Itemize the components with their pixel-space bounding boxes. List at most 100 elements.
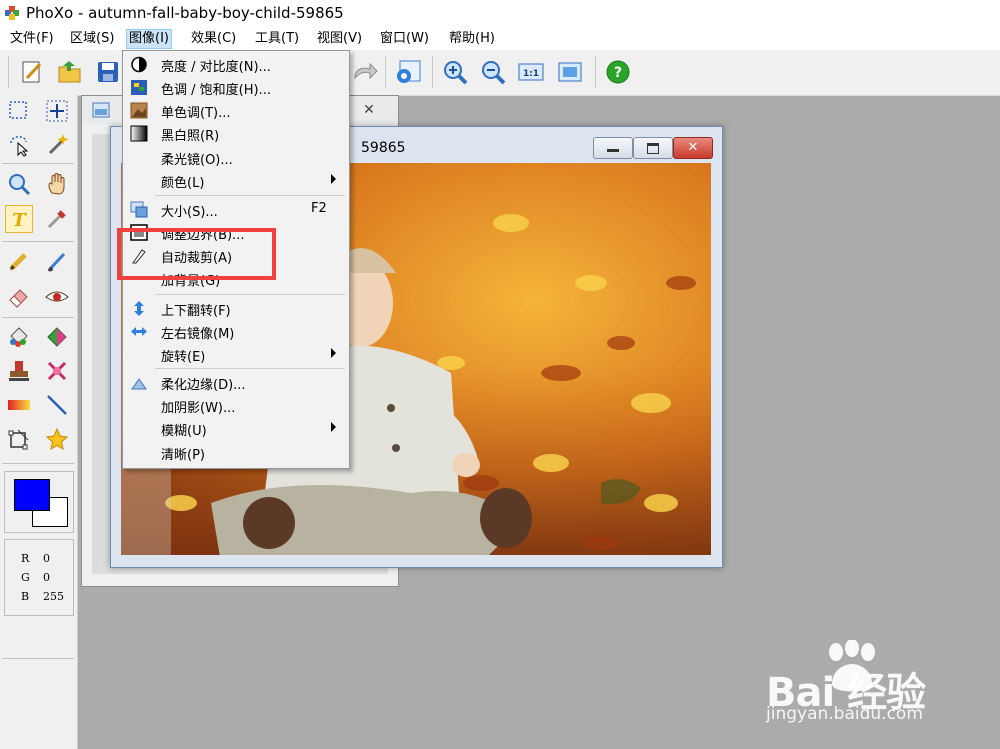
fit-window-icon[interactable] — [556, 58, 584, 86]
minimize-button[interactable] — [593, 137, 633, 159]
lasso-icon[interactable] — [6, 131, 32, 157]
rgb-b-key: B — [21, 590, 30, 603]
close-icon[interactable]: ✕ — [360, 102, 378, 118]
submenu-arrow-icon — [331, 174, 336, 184]
rgb-r-row: R0 — [21, 552, 71, 565]
resize-icon — [130, 201, 148, 218]
brush-icon[interactable] — [44, 248, 70, 274]
menu-item-label: 加阴影(W)... — [161, 401, 236, 416]
menu-item-label: 大小(S)... — [161, 205, 218, 220]
menu-help[interactable]: 帮助(H) — [447, 30, 497, 48]
menu-tools[interactable]: 工具(T) — [253, 30, 301, 48]
redo-icon[interactable] — [350, 58, 378, 86]
watermark-url: jingyan.baidu.com — [766, 704, 923, 724]
menu-item-label: 黑白照(R) — [161, 129, 220, 144]
maximize-button[interactable] — [633, 137, 673, 159]
magic-wand-icon[interactable] — [44, 131, 70, 157]
menu-separator — [155, 368, 345, 369]
foreground-color-swatch[interactable] — [14, 479, 50, 511]
new-icon[interactable] — [18, 58, 46, 86]
panel-separator — [2, 241, 74, 242]
title-bar: PhoXo - autumn-fall-baby-boy-child-59865 — [0, 0, 1000, 28]
menu-view[interactable]: 视图(V) — [315, 30, 364, 48]
settings-icon[interactable] — [394, 58, 422, 86]
panel-separator — [2, 317, 74, 318]
flip-vertical-icon — [134, 301, 144, 316]
open-icon[interactable] — [56, 58, 84, 86]
menu-effects[interactable]: 效果(C) — [189, 30, 238, 48]
menu-item-label: 左右镜像(M) — [161, 327, 235, 342]
highlight-annotation-box — [117, 228, 276, 280]
menu-item-soft-light[interactable]: 柔光镜(O)... — [123, 146, 349, 169]
menu-item-resize[interactable]: 大小(S)... F2 — [123, 198, 349, 221]
rgb-r-key: R — [21, 552, 30, 565]
menu-file[interactable]: 文件(F) — [8, 30, 56, 48]
menu-region[interactable]: 区域(S) — [68, 30, 116, 48]
toolbar-separator — [595, 56, 596, 88]
window-title: PhoXo - autumn-fall-baby-boy-child-59865 — [26, 4, 344, 22]
move-icon[interactable] — [44, 98, 70, 124]
actual-size-icon[interactable]: 1:1 — [517, 58, 545, 86]
menu-window[interactable]: 窗口(W) — [378, 30, 431, 48]
flip-horizontal-icon — [131, 327, 147, 336]
rgb-g-key: G — [21, 571, 30, 584]
close-icon: ✕ — [687, 140, 699, 155]
menu-separator — [155, 294, 345, 295]
eyedropper-icon[interactable] — [44, 206, 70, 232]
app-logo-icon — [5, 6, 19, 20]
maximize-icon — [647, 143, 659, 154]
line-icon[interactable] — [44, 392, 70, 418]
panel-separator — [2, 463, 74, 464]
menu-item-label: 清晰(P) — [161, 448, 205, 463]
menu-item-add-shadow[interactable]: 加阴影(W)... — [123, 394, 349, 417]
zoom-out-icon[interactable] — [479, 58, 507, 86]
menu-item-brightness-contrast[interactable]: 亮度 / 对比度(N)... — [123, 53, 349, 76]
svg-text:T: T — [12, 210, 27, 231]
fill-bucket-icon[interactable] — [6, 324, 32, 350]
menu-item-feather-edge[interactable]: 柔化边缘(D)... — [123, 371, 349, 394]
red-eye-icon[interactable] — [44, 283, 70, 309]
text-icon: T — [12, 210, 27, 231]
transform-icon[interactable] — [6, 426, 32, 452]
menu-item-rotate[interactable]: 旋转(E) — [123, 343, 349, 366]
zoom-tool-icon[interactable] — [6, 171, 32, 197]
help-icon[interactable]: ? — [604, 58, 632, 86]
rect-select-icon[interactable] — [6, 98, 32, 124]
hand-icon[interactable] — [44, 171, 70, 197]
document-icon — [92, 102, 110, 118]
eraser-icon[interactable] — [6, 283, 32, 309]
zoom-in-icon[interactable] — [441, 58, 469, 86]
menu-item-mirror[interactable]: 左右镜像(M) — [123, 320, 349, 343]
shape-star-icon[interactable] — [44, 426, 70, 452]
menu-item-label: 柔化边缘(D)... — [161, 378, 246, 393]
pencil-icon[interactable] — [6, 248, 32, 274]
feather-icon — [131, 378, 147, 390]
menu-item-color[interactable]: 颜色(L) — [123, 169, 349, 192]
toolbar-separator — [432, 56, 433, 88]
menu-item-hue-saturation[interactable]: 色调 / 饱和度(H)... — [123, 76, 349, 99]
text-tool[interactable]: T — [5, 205, 33, 233]
menu-item-grayscale[interactable]: 黑白照(R) — [123, 122, 349, 145]
menu-item-label: 旋转(E) — [161, 350, 206, 365]
color-replace-icon[interactable] — [44, 324, 70, 350]
menu-item-sharpen[interactable]: 清晰(P) — [123, 441, 349, 464]
gradient-icon[interactable] — [6, 392, 32, 418]
menu-item-blur[interactable]: 模糊(U) — [123, 417, 349, 440]
submenu-arrow-icon — [331, 422, 336, 432]
toolbar-separator — [8, 56, 9, 88]
menu-item-monotone[interactable]: 单色调(T)... — [123, 99, 349, 122]
heal-icon[interactable] — [44, 358, 70, 384]
minimize-icon — [607, 149, 619, 152]
menu-bar: 文件(F) 区域(S) 图像(I) 效果(C) 工具(T) 视图(V) 窗口(W… — [0, 28, 1000, 50]
rgb-b-value: 255 — [43, 590, 64, 603]
panel-separator — [2, 658, 74, 659]
menu-item-flip-vertical[interactable]: 上下翻转(F) — [123, 297, 349, 320]
submenu-arrow-icon — [331, 348, 336, 358]
menu-item-label: 单色调(T)... — [161, 106, 231, 121]
rgb-readout: R0 G0 B 255 — [4, 539, 74, 616]
stamp-icon[interactable] — [6, 358, 32, 384]
menu-image[interactable]: 图像(I) — [126, 29, 172, 49]
save-icon[interactable] — [94, 58, 122, 86]
menu-separator — [155, 195, 345, 196]
close-button[interactable]: ✕ — [673, 137, 713, 159]
